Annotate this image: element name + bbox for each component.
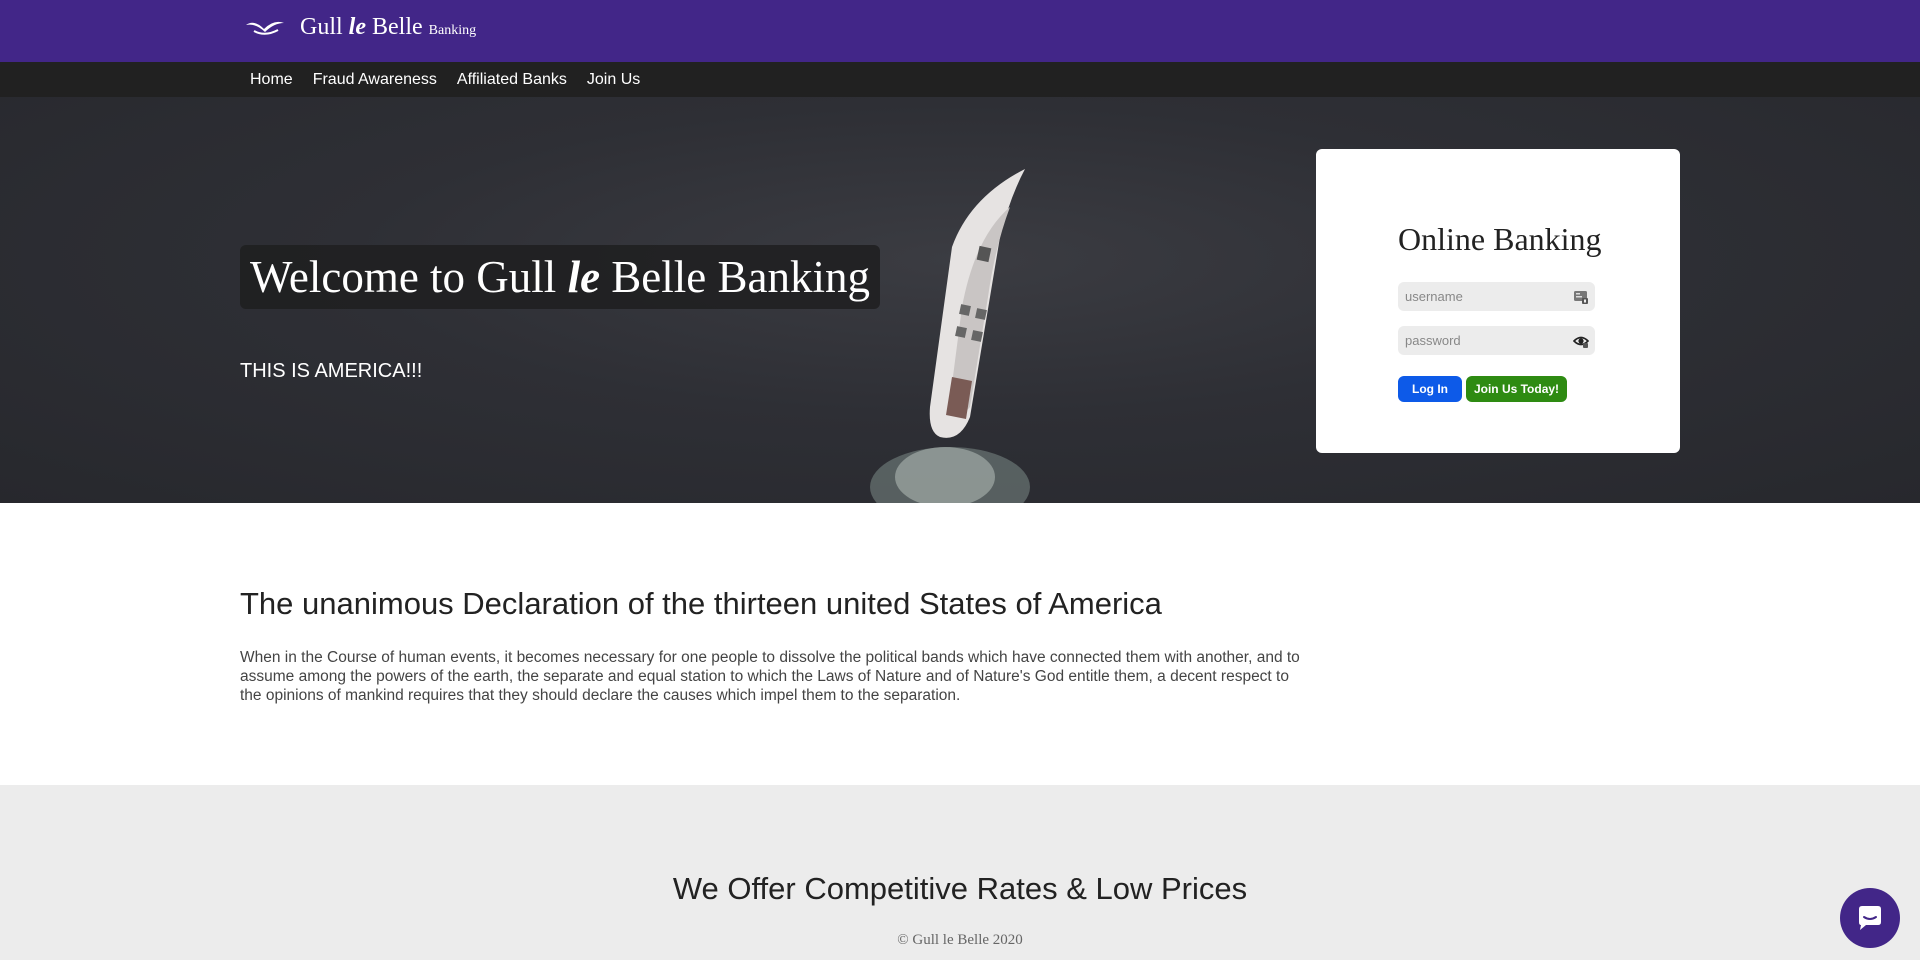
- hero-boat-image: [870, 169, 1030, 503]
- password-field-wrapper: [1398, 326, 1595, 355]
- main-nav: Home Fraud Awareness Affiliated Banks Jo…: [0, 62, 1920, 97]
- nav-home[interactable]: Home: [240, 71, 303, 89]
- join-us-today-button[interactable]: Join Us Today!: [1466, 376, 1567, 402]
- brand-sub: Banking: [428, 22, 477, 38]
- declaration-body: When in the Course of human events, it b…: [240, 649, 1300, 704]
- nav-fraud-awareness[interactable]: Fraud Awareness: [303, 71, 447, 89]
- password-input[interactable]: [1398, 326, 1568, 355]
- username-input[interactable]: [1398, 282, 1568, 311]
- gull-logo-icon: [246, 21, 284, 35]
- login-card: Online Banking Log In Join Us Today!: [1316, 149, 1680, 453]
- eye-icon[interactable]: [1573, 333, 1589, 349]
- brand-bar: Gull le Belle Banking: [0, 0, 1920, 62]
- login-title: Online Banking: [1398, 221, 1602, 257]
- chat-button[interactable]: [1840, 888, 1900, 948]
- log-in-button[interactable]: Log In: [1398, 376, 1462, 402]
- hero-banner: Welcome to Gull le Belle Banking THIS IS…: [0, 97, 1920, 503]
- nav-join-us[interactable]: Join Us: [577, 71, 650, 89]
- username-field-wrapper: [1398, 282, 1595, 311]
- nav-affiliated-banks[interactable]: Affiliated Banks: [447, 71, 577, 89]
- hero-tagline: THIS IS AMERICA!!!: [240, 360, 423, 382]
- declaration-title: The unanimous Declaration of the thirtee…: [240, 586, 1162, 621]
- offer-section: We Offer Competitive Rates & Low Prices …: [0, 785, 1920, 960]
- chat-bubble-icon: [1859, 906, 1881, 930]
- copyright-text: © Gull le Belle 2020: [897, 932, 1023, 948]
- id-card-icon[interactable]: [1573, 289, 1589, 305]
- welcome-heading: Welcome to Gull le Belle Banking: [250, 252, 871, 302]
- brand-logo-link[interactable]: Gull le Belle Banking: [244, 14, 476, 41]
- welcome-banner: Welcome to Gull le Belle Banking: [240, 245, 881, 309]
- offer-title: We Offer Competitive Rates & Low Prices: [672, 871, 1248, 906]
- brand-name: Gull le Belle: [300, 14, 423, 40]
